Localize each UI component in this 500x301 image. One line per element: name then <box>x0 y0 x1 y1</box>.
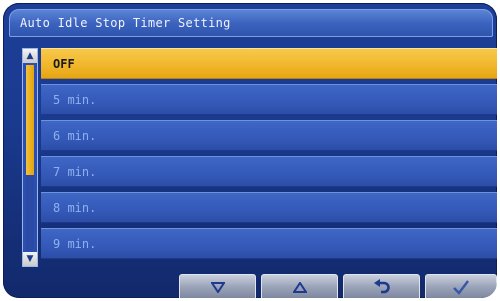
display-screen: Auto Idle Stop Timer Setting ▲ ▼ OFF 5 m… <box>3 3 497 298</box>
list-item-label: 8 min. <box>53 200 97 216</box>
up-arrow-icon <box>292 281 307 293</box>
scroll-up-icon: ▲ <box>26 50 34 61</box>
list-item-label: 9 min. <box>53 236 97 252</box>
scroll-down-button[interactable]: ▼ <box>23 252 37 266</box>
list-item-label: 7 min. <box>53 164 97 180</box>
scroll-up-page-button[interactable] <box>261 274 338 298</box>
title-bar: Auto Idle Stop Timer Setting <box>9 9 493 37</box>
scroll-down-page-button[interactable] <box>179 274 256 298</box>
scroll-down-icon: ▼ <box>26 253 34 264</box>
list-item-label: OFF <box>53 56 75 72</box>
list-item-label: 6 min. <box>53 128 97 144</box>
checkmark-icon <box>453 280 469 295</box>
list-item-7min[interactable]: 7 min. <box>41 156 497 187</box>
scrollbar[interactable]: ▲ ▼ <box>22 48 38 267</box>
return-icon <box>373 279 390 294</box>
bottom-toolbar <box>3 274 497 298</box>
list-item-9min[interactable]: 9 min. <box>41 228 497 259</box>
scroll-thumb[interactable] <box>26 65 34 175</box>
list-item-label: 5 min. <box>53 92 97 108</box>
list-item-off[interactable]: OFF <box>41 48 497 79</box>
back-button[interactable] <box>343 274 420 298</box>
list-item-8min[interactable]: 8 min. <box>41 192 497 223</box>
list-item-6min[interactable]: 6 min. <box>41 120 497 151</box>
confirm-button[interactable] <box>425 274 497 298</box>
scroll-track[interactable] <box>26 65 34 250</box>
down-arrow-icon <box>210 281 225 293</box>
page-title: Auto Idle Stop Timer Setting <box>20 15 231 31</box>
scroll-up-button[interactable]: ▲ <box>23 49 37 63</box>
list-item-5min[interactable]: 5 min. <box>41 84 497 115</box>
